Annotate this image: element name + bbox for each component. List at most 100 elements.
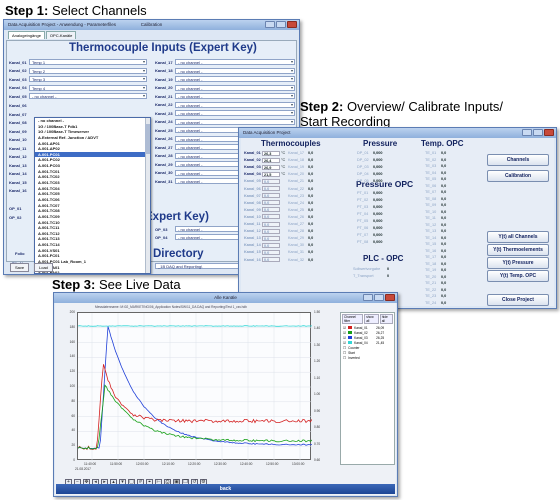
pressure-row: DP_04 0,000 — [357, 171, 383, 177]
channel-select[interactable]: - no channel - — [175, 101, 295, 108]
channel-value: 0,0 — [308, 250, 314, 255]
calibration-button[interactable]: Calibration — [487, 170, 549, 182]
step2-title: Step 2: Overview/ Calibrate Inputs/ — [300, 99, 504, 114]
temp-opc-row-value: 0,0 — [441, 300, 447, 305]
legend-name: Kanal_01 — [354, 325, 368, 330]
tab-opc-channels[interactable]: OPC-Kanäle — [45, 31, 77, 39]
temp-opc-row-value: 0,0 — [441, 235, 447, 240]
temp-opc-row: TE_14 0,0 — [425, 235, 446, 241]
minimize-icon[interactable] — [522, 129, 532, 136]
pressure-opc-row-value: 0,000 — [373, 191, 383, 195]
temp-opc-plot-button[interactable]: Y(t) Temp. OPC — [487, 270, 549, 282]
show-all-button[interactable]: show all — [364, 314, 379, 324]
channel-select[interactable]: - no channel - — [175, 118, 295, 125]
channel-filter-tab[interactable]: Channel filter — [342, 314, 364, 324]
checkbox-icon[interactable]: ☑ — [343, 336, 346, 340]
close-project-button[interactable]: Close Project — [487, 294, 549, 306]
channel-name: Kanal_31 — [288, 250, 305, 255]
pressure-opc-row-value: 0,000 — [373, 233, 383, 237]
channel-row: Kanal_18- no channel - — [155, 67, 295, 74]
y-tick-label: 40 — [71, 428, 75, 433]
pressure-plot-button[interactable]: Y(t) Pressure — [487, 257, 549, 269]
channel-select[interactable]: - no channel - — [29, 93, 147, 99]
channel-select[interactable]: - no channel - — [175, 76, 295, 82]
hide-all-button[interactable]: hide all — [379, 314, 393, 324]
channel-name: Kanal_08 — [244, 200, 261, 205]
temp-opc-row-value: 0,0 — [441, 255, 447, 259]
pressure-row-value: 0,000 — [373, 158, 383, 162]
channel-dropdown-list[interactable]: - no channel -1G / 100Base-T Fdb1 1G / 10… — [34, 117, 151, 274]
channel-value: 0,0 — [308, 158, 314, 163]
live-plot[interactable] — [77, 312, 313, 461]
checkbox-icon[interactable]: ☐ — [343, 351, 346, 355]
thermocouple-row: Kanal_03 26,9 °C Kanal_19 0,0 — [244, 164, 322, 170]
w2-content: Thermocouples Pressure Temp. OPC Pressur… — [241, 138, 554, 306]
back-button[interactable]: back — [56, 484, 395, 494]
file-path: Messdatenname: M:\02_MARKETING\06_Applic… — [95, 305, 247, 309]
load-button[interactable]: Load — [34, 263, 53, 272]
temp-opc-row: TE_04 0,0 — [425, 170, 446, 176]
channel-select[interactable]: - no channel - — [175, 93, 295, 99]
thermocouple-row: Kanal_11 0,0 Kanal_27 0,0 — [244, 221, 322, 227]
close-icon[interactable] — [385, 294, 395, 301]
x-tick-label: 11:50:00 — [110, 462, 123, 466]
minimize-icon[interactable] — [363, 294, 373, 301]
opc-label: OP_03 — [155, 226, 168, 232]
temp-opc-row-name: TE_22 — [425, 287, 437, 292]
channel-select[interactable]: - no channel - — [175, 59, 295, 65]
legend-value: 26,25 — [376, 335, 385, 340]
legend-option[interactable]: ☐ Inverted — [341, 355, 394, 360]
close-icon[interactable] — [544, 129, 554, 136]
maximize-icon[interactable] — [533, 129, 543, 136]
checkbox-icon[interactable]: ☑ — [343, 341, 346, 345]
channel-select[interactable]: Temp 2 — [29, 67, 147, 74]
channel-label: Kanal_09 — [9, 128, 27, 134]
temp-opc-row-value: 0,0 — [441, 248, 447, 253]
channel-name: Kanal_15 — [244, 250, 261, 255]
channel-select[interactable]: - no channel - — [175, 84, 295, 91]
thermocouple-row: Kanal_02 26,4 °C Kanal_18 0,0 — [244, 157, 322, 163]
x-tick-label: 12:20:00 — [188, 462, 201, 466]
channel-select[interactable]: Temp 4 — [29, 84, 147, 91]
y2-tick-label: 0.60 — [314, 458, 321, 462]
tab-analog-inputs[interactable]: Analogeingänge — [8, 31, 45, 39]
channels-button[interactable]: Channels — [487, 154, 549, 166]
temp-opc-row: TE_12 0,0 — [425, 222, 446, 228]
pressure-opc-row: PT_03 0,000 — [357, 204, 383, 210]
channel-select[interactable]: Temp 3 — [29, 76, 147, 82]
temp-opc-row-name: TE_23 — [425, 294, 437, 298]
temp-opc-row-name: TE_04 — [425, 170, 437, 175]
channel-select[interactable]: - no channel - — [175, 67, 295, 74]
minimize-icon[interactable] — [265, 21, 275, 28]
save-button[interactable]: Save — [10, 263, 30, 272]
checkbox-icon[interactable]: ☑ — [343, 331, 346, 335]
channel-select[interactable]: Temp 1 — [29, 59, 147, 65]
series-line-kanal-04 — [77, 325, 313, 327]
w2-title: Data Acquisition Project — [243, 130, 291, 135]
channel-name: Kanal_18 — [288, 158, 305, 163]
channel-value: 0,0 — [262, 193, 280, 199]
dropdown-scrollbar[interactable] — [145, 118, 150, 273]
maximize-icon[interactable] — [374, 294, 384, 301]
channel-value: 0,0 — [308, 165, 314, 170]
maximize-icon[interactable] — [276, 21, 286, 28]
channel-label: Kanal_03 — [9, 76, 27, 82]
checkbox-icon[interactable]: ☐ — [343, 346, 346, 350]
x-tick-label: 13:00:00 — [292, 462, 305, 466]
all-channels-plot-button[interactable]: Y(t) all Channels — [487, 231, 549, 243]
checkbox-icon[interactable]: ☐ — [343, 356, 346, 360]
temp-opc-row-name: TE_07 — [425, 190, 437, 194]
temp-opc-row: TE_18 0,0 — [425, 261, 446, 267]
channel-select[interactable]: - no channel - — [175, 110, 295, 116]
temp-opc-row-value: 0,0 — [441, 151, 447, 155]
thermoelements-plot-button[interactable]: Y(t) Thermoelements — [487, 244, 549, 256]
x-tick-label: 12:00:00 — [136, 462, 149, 466]
channel-name: Kanal_22 — [288, 186, 305, 191]
channel-label: Kanal_19 — [155, 76, 173, 82]
scroll-thumb[interactable] — [145, 124, 150, 154]
temp-opc-row-name: TE_14 — [425, 235, 437, 240]
step1-title: Step 1: Select Channels — [5, 3, 147, 18]
checkbox-icon[interactable]: ☑ — [343, 326, 346, 330]
close-icon[interactable] — [287, 21, 297, 28]
page-title: Thermocouple Inputs (Expert Key) — [69, 42, 257, 54]
